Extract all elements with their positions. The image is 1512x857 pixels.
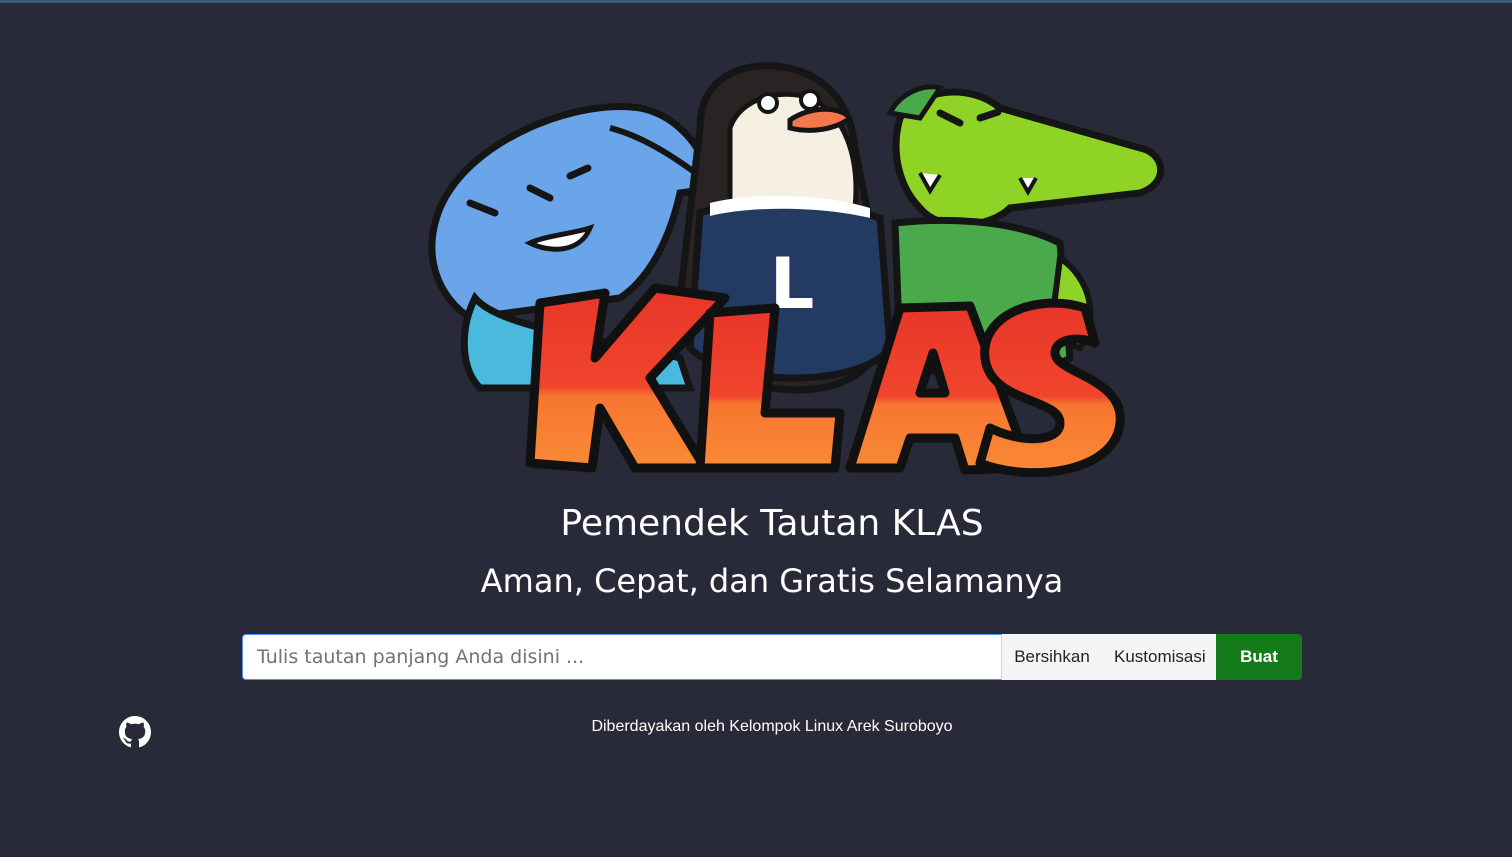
shorten-form: Bersihkan Kustomisasi Buat <box>242 634 1302 680</box>
page-title: Pemendek Tautan KLAS <box>560 503 984 544</box>
clear-button[interactable]: Bersihkan <box>1002 634 1102 680</box>
create-button[interactable]: Buat <box>1216 634 1302 680</box>
page-subtitle: Aman, Cepat, dan Gratis Selamanya <box>480 562 1064 600</box>
klas-logo: L <box>428 62 1165 478</box>
powered-by-text: Diberdayakan oleh Kelompok Linux Arek Su… <box>591 718 953 735</box>
long-url-input[interactable] <box>242 634 1002 680</box>
top-border <box>0 0 1512 3</box>
customize-button[interactable]: Kustomisasi <box>1102 634 1216 680</box>
